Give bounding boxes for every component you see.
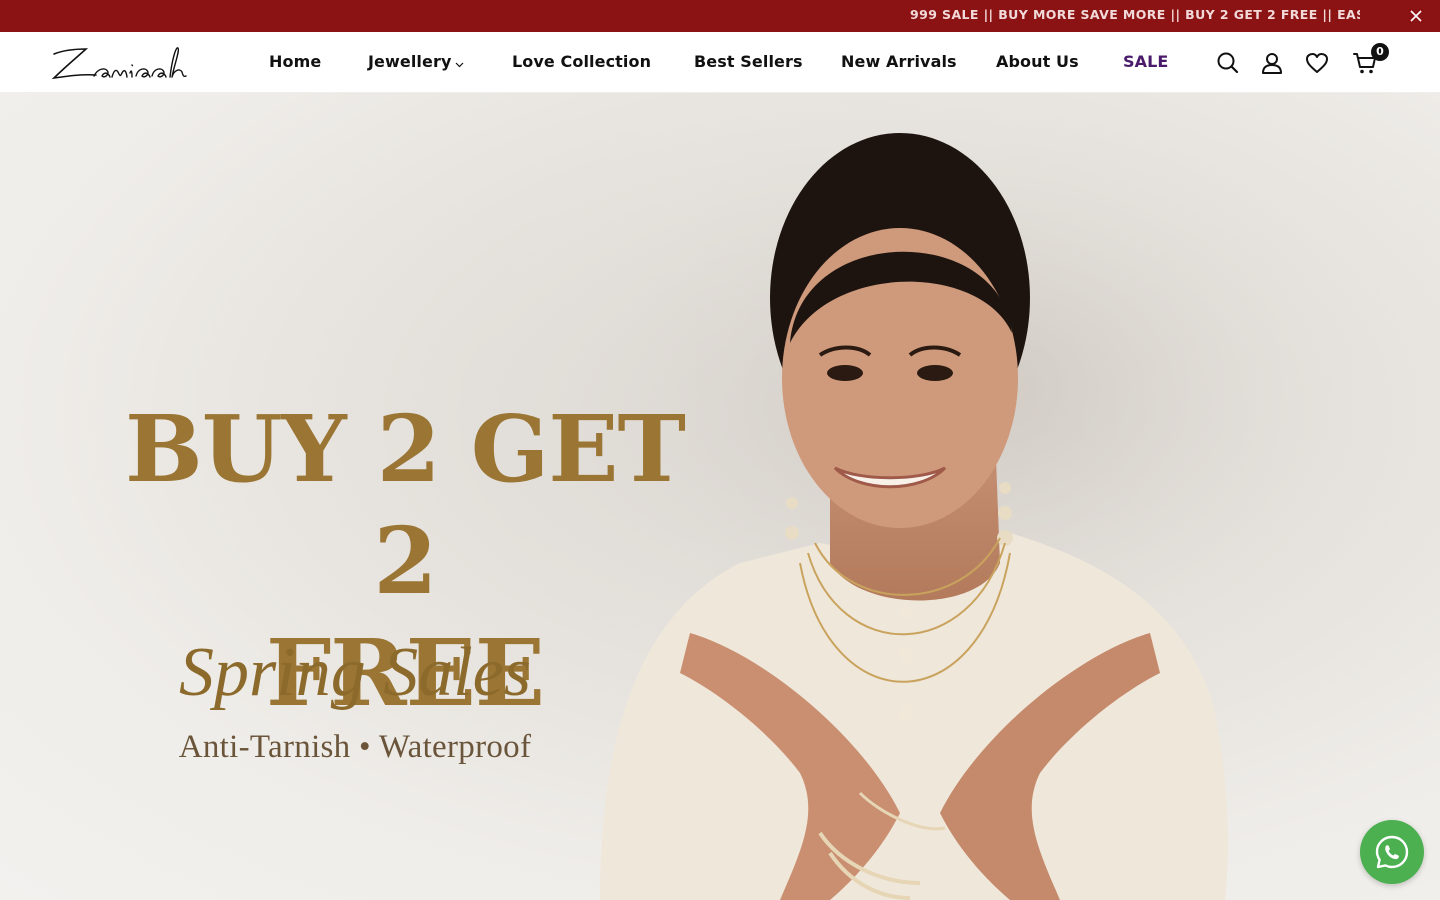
nav-about-us[interactable]: About Us [996, 52, 1079, 71]
site-header: Home Jewellery Love Collection Best Sell… [0, 32, 1440, 93]
cart-count-badge: 0 [1371, 43, 1389, 61]
nav-home[interactable]: Home [269, 52, 321, 71]
whatsapp-icon [1375, 835, 1409, 869]
announcement-bar: 999 SALE || BUY MORE SAVE MORE || BUY 2 … [0, 0, 1440, 32]
nav-new-arrivals[interactable]: New Arrivals [841, 52, 957, 71]
nav-love-collection[interactable]: Love Collection [512, 52, 651, 71]
heart-icon[interactable] [1304, 50, 1330, 76]
brand-logo[interactable] [50, 40, 222, 86]
hero-banner[interactable]: BUY 2 GET 2 FREE Spring Sales Anti-Tarni… [0, 93, 1440, 900]
nav-jewellery-label: Jewellery [368, 52, 452, 71]
hero-subline: Anti-Tarnish • Waterproof [178, 729, 532, 765]
chevron-down-icon [455, 53, 464, 72]
nav-jewellery[interactable]: Jewellery [368, 52, 464, 72]
hero-script-text: Spring Sales [179, 634, 531, 711]
user-icon[interactable] [1259, 50, 1285, 76]
search-icon[interactable] [1215, 50, 1241, 76]
close-icon[interactable] [1408, 8, 1424, 24]
nav-sale[interactable]: SALE [1123, 52, 1168, 71]
nav-best-sellers[interactable]: Best Sellers [694, 52, 803, 71]
announcement-text: 999 SALE || BUY MORE SAVE MORE || BUY 2 … [910, 7, 1360, 22]
hero-headline-line1: BUY 2 GET 2 [125, 395, 686, 615]
whatsapp-button[interactable] [1360, 820, 1424, 884]
